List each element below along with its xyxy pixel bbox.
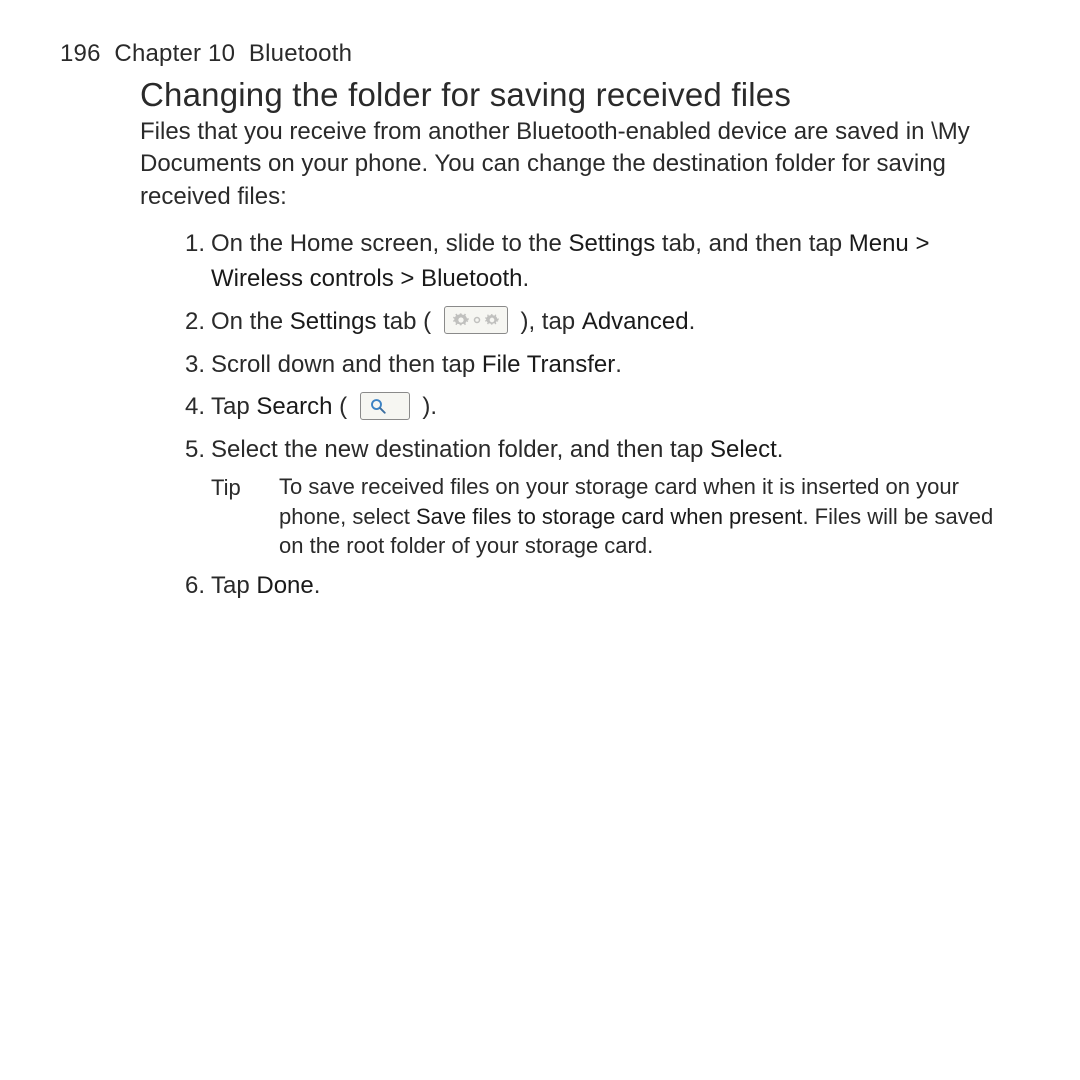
step-number: 4. [175,390,205,425]
step-text: tab, and then tap [655,230,849,257]
step-6: 6. Tap Done. [175,569,1000,604]
steps-list: 1. On the Home screen, slide to the Sett… [140,227,1000,604]
settings-label: Settings [290,308,377,335]
tip-block: Tip To save received files on your stora… [211,472,1000,561]
file-transfer-label: File Transfer [482,351,615,378]
gear-icon [471,314,483,326]
step-number: 3. [175,348,205,383]
step-number: 2. [175,305,205,340]
chapter-title: Bluetooth [249,40,352,67]
step-text: Scroll down and then tap [211,351,482,378]
step-text: . [689,308,696,335]
step-text: On the Home screen, slide to the [211,230,569,257]
gear-icon [453,312,469,328]
step-2: 2. On the Settings tab ( ), tap Advanced… [175,305,1000,340]
step-text: . [777,436,784,463]
section-intro: Files that you receive from another Blue… [140,116,1000,213]
tip-label: Tip [211,472,251,561]
advanced-label: Advanced [582,308,689,335]
step-text: ( [332,393,353,420]
page-number: 196 [60,40,101,67]
step-number: 5. [175,433,205,468]
step-text: ), tap [514,308,582,335]
step-text: tab ( [376,308,437,335]
section-body: Changing the folder for saving received … [140,76,1000,604]
done-label: Done [256,572,313,599]
step-text: Tap [211,572,256,599]
select-label: Select [710,436,777,463]
step-1: 1. On the Home screen, slide to the Sett… [175,227,1000,297]
manual-page: 196 Chapter 10 Bluetooth Changing the fo… [0,0,1080,652]
step-3: 3. Scroll down and then tap File Transfe… [175,348,1000,383]
step-4: 4. Tap Search ( ). [175,390,1000,425]
step-text: . [615,351,622,378]
step-text: ). [416,393,437,420]
step-number: 6. [175,569,205,604]
search-label: Search [256,393,332,420]
settings-label: Settings [569,230,656,257]
page-header: 196 Chapter 10 Bluetooth [60,40,1020,68]
step-text: On the [211,308,290,335]
magnifier-icon [369,397,387,415]
settings-tab-icon [444,306,508,334]
step-5: 5. Select the new destination folder, an… [175,433,1000,561]
step-text: . [522,265,529,292]
section-title: Changing the folder for saving received … [140,76,1000,114]
tip-text: To save received files on your storage c… [279,472,1000,561]
gear-icon [485,313,499,327]
step-text: Select the new destination folder, and t… [211,436,710,463]
search-button-icon [360,392,410,420]
chapter-number: Chapter 10 [114,40,235,67]
save-files-option: Save files to storage card when present [416,504,802,529]
step-number: 1. [175,227,205,262]
step-text: . [314,572,321,599]
step-text: Tap [211,393,256,420]
